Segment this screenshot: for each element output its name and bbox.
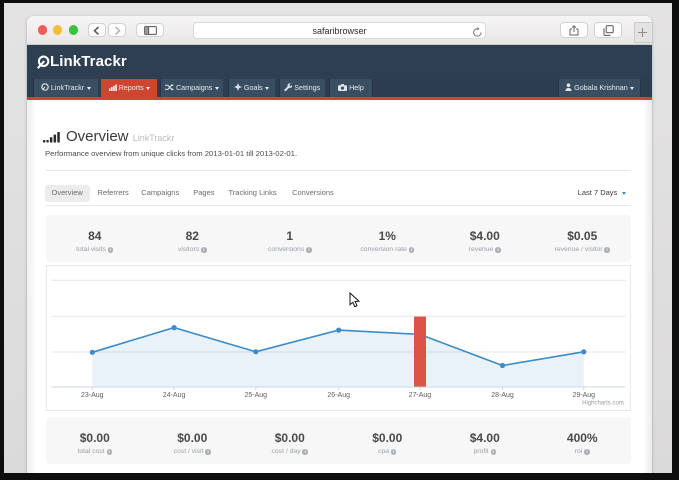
svg-text:29-Aug: 29-Aug [573, 392, 596, 399]
svg-text:25-Aug: 25-Aug [245, 392, 268, 399]
svg-text:Highcharts.com: Highcharts.com [582, 401, 624, 407]
svg-text:27-Aug: 27-Aug [409, 392, 432, 399]
svg-text:28-Aug: 28-Aug [491, 392, 514, 399]
svg-text:26-Aug: 26-Aug [327, 392, 350, 399]
svg-text:23-Aug: 23-Aug [81, 392, 104, 399]
svg-text:24-Aug: 24-Aug [163, 392, 186, 399]
